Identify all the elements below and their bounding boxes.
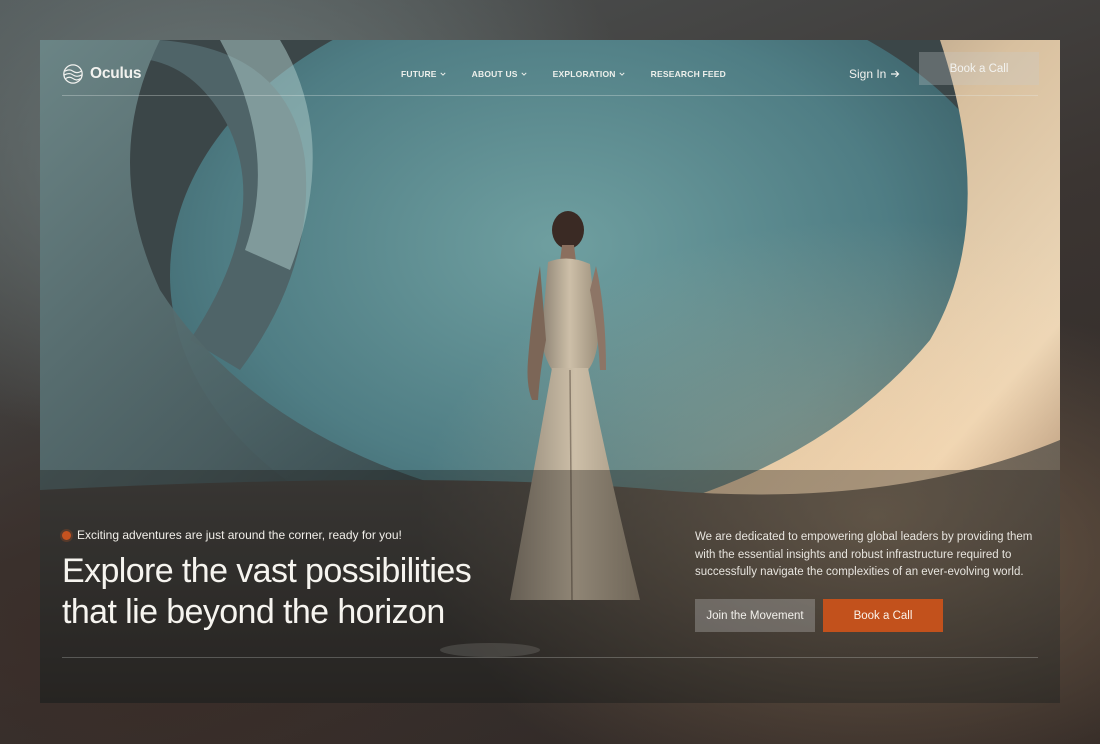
brand-logo[interactable]: Oculus [62,63,142,85]
bottom-divider [62,657,1038,658]
nav-item-label: RESEARCH FEED [650,69,726,79]
nav-item-label: FUTURE [401,69,437,79]
headline-line-2: that lie beyond the horizon [62,593,445,631]
chevron-down-icon [440,72,446,76]
nav-item-label: EXPLORATION [552,69,616,79]
hero-description: We are dedicated to empowering global le… [695,531,1033,578]
sign-in-label: Sign In [849,67,887,81]
nav-item-future[interactable]: FUTURE [401,69,446,79]
join-the-movement-button[interactable]: Join the Movement [695,599,815,632]
brand-name: Oculus [90,65,142,82]
chevron-down-icon [619,72,625,76]
sign-in-link[interactable]: Sign In [849,52,900,96]
nav-item-label: ABOUT US [471,69,518,79]
top-navigation: Oculus FUTURE ABOUT US EXPLORATION RESEA… [62,52,1039,96]
eyebrow-text: Exciting adventures are just around the … [77,528,402,542]
main-menu: FUTURE ABOUT US EXPLORATION RESEARCH FEE… [401,52,726,96]
chevron-down-icon [521,72,527,76]
headline-line-1: Explore the vast possibilities [62,552,472,590]
arrow-right-icon [891,70,900,78]
wave-globe-icon [63,64,83,84]
website-frame: Oculus FUTURE ABOUT US EXPLORATION RESEA… [40,40,1060,703]
hero-headline: Explore the vast possibilities that lie … [62,551,522,633]
nav-item-about-us[interactable]: ABOUT US [472,69,527,79]
hero-actions: Join the Movement Book a Call [695,599,943,632]
nav-item-exploration[interactable]: EXPLORATION [553,69,625,79]
hero-eyebrow: Exciting adventures are just around the … [62,528,402,542]
book-a-call-nav-button[interactable]: Book a Call [919,52,1039,85]
nav-item-research-feed[interactable]: RESEARCH FEED [651,69,726,79]
nav-divider [62,95,1038,96]
status-dot-icon [62,530,71,540]
book-a-call-button[interactable]: Book a Call [823,599,943,632]
